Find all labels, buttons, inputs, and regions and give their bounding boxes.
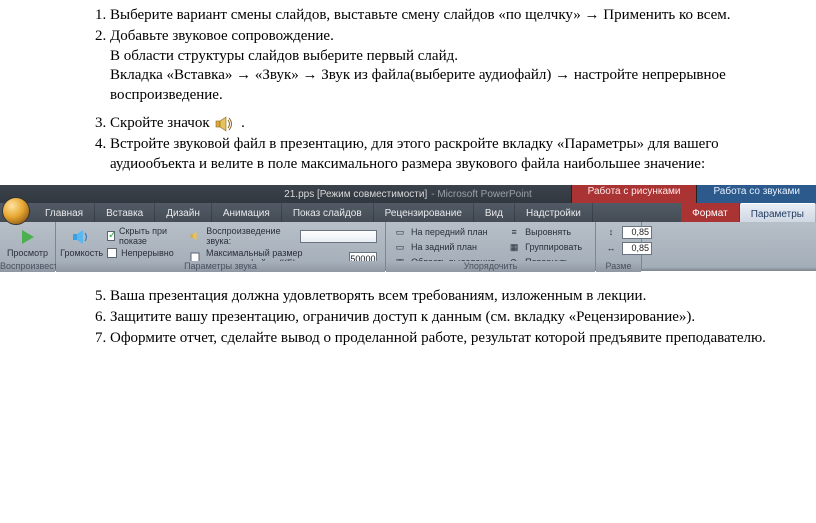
height-spinner[interactable]: ↕ 0,85 <box>604 225 652 239</box>
ctx-sound-tools: Работа со звуками <box>696 185 816 203</box>
align-icon: ≡ <box>507 225 521 239</box>
tab-format[interactable]: Формат <box>681 203 740 222</box>
group-icon: ▦ <box>507 240 521 254</box>
tab-animations[interactable]: Анимация <box>212 203 282 222</box>
tab-review[interactable]: Рецензирование <box>374 203 474 222</box>
group-arrange: ▭ На передний план ▭ На задний план ▥ Об… <box>386 222 596 271</box>
instructions-top: Выберите вариант смены слайдов, выставьт… <box>0 0 816 185</box>
hide-during-show-checkbox[interactable]: Скрыть при показе <box>107 226 176 246</box>
step-6: Защитите вашу презентацию, ограничив дос… <box>110 308 774 328</box>
step-1: Выберите вариант смены слайдов, выставьт… <box>110 6 774 26</box>
group-label-arrange: Упорядочить <box>386 261 595 272</box>
step-5: Ваша презентация должна удовлетворять вс… <box>110 287 774 307</box>
play-icon <box>19 226 37 248</box>
title-bar: 21.pps [Режим совместимости] - Microsoft… <box>0 185 816 203</box>
speaker-icon <box>215 115 235 133</box>
tab-design[interactable]: Дизайн <box>155 203 212 222</box>
hide-loop-options: Скрыть при показе Непрерывно <box>103 224 180 260</box>
group-sound-options: Громкость Скрыть при показе Непрерывно <box>56 222 386 271</box>
bring-front-icon: ▭ <box>393 225 407 239</box>
group-play: Просмотр Воспроизвести <box>0 222 56 271</box>
tab-parameters[interactable]: Параметры <box>740 203 816 222</box>
document-title: 21.pps [Режим совместимости] <box>284 189 427 200</box>
preview-button[interactable]: Просмотр <box>4 224 51 258</box>
group-label-play: Воспроизвести <box>0 261 55 272</box>
bring-front-button[interactable]: ▭ На передний план <box>393 225 495 239</box>
align-button[interactable]: ≡ Выровнять <box>507 225 582 239</box>
tab-addins[interactable]: Надстройки <box>515 203 593 222</box>
group-objects-button[interactable]: ▦ Группировать <box>507 240 582 254</box>
step-2: Добавьте звуковое сопровождение. В облас… <box>110 27 774 106</box>
width-spinner[interactable]: ↔ 0,85 <box>604 241 652 255</box>
group-label-sound: Параметры звука <box>56 261 385 272</box>
play-sound-row: Воспроизведение звука: <box>190 226 377 246</box>
play-sound-combo[interactable] <box>300 230 377 243</box>
ribbon-groups: Просмотр Воспроизвести Громкость <box>0 222 816 271</box>
powerpoint-ribbon-screenshot: 21.pps [Режим совместимости] - Microsoft… <box>0 185 816 271</box>
group-label-size: Разме <box>596 261 641 272</box>
ribbon-tabs: Главная Вставка Дизайн Анимация Показ сл… <box>0 203 816 222</box>
contextual-tab-labels: Работа с рисунками Работа со звуками <box>571 185 816 203</box>
step-4: Встройте звуковой файл в презентацию, дл… <box>110 135 774 175</box>
height-icon: ↕ <box>604 225 618 239</box>
send-back-icon: ▭ <box>393 240 407 254</box>
volume-button[interactable]: Громкость <box>60 224 103 258</box>
group-size: ↕ 0,85 ↔ 0,85 Разме <box>596 222 642 271</box>
tab-slideshow[interactable]: Показ слайдов <box>282 203 374 222</box>
tab-view[interactable]: Вид <box>474 203 515 222</box>
send-back-button[interactable]: ▭ На задний план <box>393 240 495 254</box>
loop-checkbox[interactable]: Непрерывно <box>107 248 176 258</box>
instructions-bottom: Ваша презентация должна удовлетворять вс… <box>0 271 816 359</box>
volume-icon <box>72 226 92 248</box>
app-title: - Microsoft PowerPoint <box>431 189 532 200</box>
office-button[interactable] <box>2 197 30 225</box>
step-7: Оформите отчет, сделайте вывод о продела… <box>110 329 774 349</box>
step-3: Скройте значок . <box>110 114 774 134</box>
checkbox-checked-icon <box>107 231 115 241</box>
speaker-small-icon <box>190 229 202 243</box>
checkbox-icon <box>107 248 117 258</box>
width-icon: ↔ <box>604 241 618 255</box>
tab-home[interactable]: Главная <box>34 203 95 222</box>
tab-insert[interactable]: Вставка <box>95 203 155 222</box>
ctx-picture-tools: Работа с рисунками <box>571 185 697 203</box>
